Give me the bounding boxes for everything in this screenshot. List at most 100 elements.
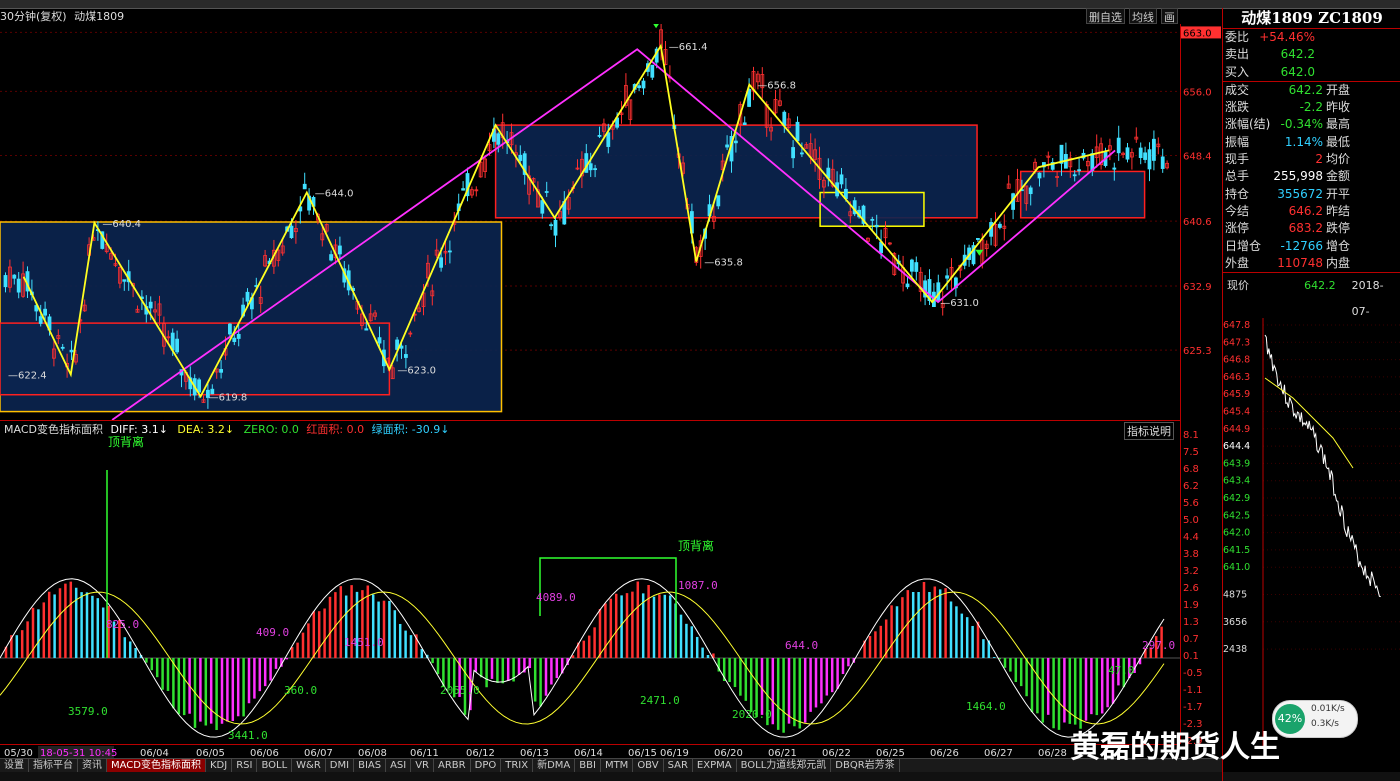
indicator-tab[interactable]: OBV xyxy=(633,759,664,773)
indicator-tab[interactable]: 指标平台 xyxy=(29,759,78,773)
quote-detail-label: 外盘 xyxy=(1225,255,1250,270)
candle-body xyxy=(377,337,382,344)
minute-axis-tick: 643.4 xyxy=(1223,476,1250,487)
indicator-tab[interactable]: 设置 xyxy=(0,759,29,773)
pivot-price-label: —623.0 xyxy=(397,365,436,376)
macd-diff: DIFF: 3.1↓ xyxy=(110,423,168,436)
quote-detail-label2: 内盘 xyxy=(1326,255,1351,270)
date-axis: 05/30 18-05-31 10:45 06/04 06/05 06/06 06/07 0… xyxy=(0,744,1180,759)
macd-axis: 8.1 7.5 6.8 6.2 5.6 5.0 4.4 3.8 3.2 2.6 1.9 1.3 0.7 0… xyxy=(1180,420,1203,744)
price-axis-tick: 656.0 xyxy=(1183,87,1212,98)
remove-favorite-button[interactable]: 删自选 xyxy=(1086,8,1125,24)
candle-body xyxy=(914,262,919,272)
candle-body xyxy=(544,191,549,193)
minute-axis-tick: 647.8 xyxy=(1223,320,1250,331)
indicator-tab[interactable]: DBQR岩芳茶 xyxy=(831,759,900,773)
candle-body xyxy=(588,163,593,171)
candle-body xyxy=(439,257,444,268)
indicator-tab[interactable]: VR xyxy=(411,759,435,773)
candle-body xyxy=(725,144,729,148)
quote-detail-value: 110748 xyxy=(1277,255,1323,270)
quote-row-label: 卖出 xyxy=(1225,47,1250,62)
candle-body xyxy=(945,275,949,279)
divergence-label: 顶背离 xyxy=(108,436,144,449)
candle-body xyxy=(197,379,202,393)
quote-detail-label2: 开盘 xyxy=(1326,82,1351,97)
macd-axis-tick: 5.6 xyxy=(1183,498,1199,509)
candle-body xyxy=(593,168,597,171)
minute-axis-tick: 646.3 xyxy=(1223,372,1250,383)
price-axis-tick: 648.4 xyxy=(1183,151,1212,162)
candle-body xyxy=(870,218,875,221)
candle-body xyxy=(641,80,646,89)
now-price-value: 642.2 xyxy=(1304,279,1336,293)
quote-detail-label: 成交 xyxy=(1225,82,1250,97)
macd-name[interactable]: MACD变色指标面积 xyxy=(4,423,103,436)
candle-body xyxy=(1152,138,1156,161)
quote-detail-row: 振幅 1.14% 最低 xyxy=(1223,134,1400,151)
indicator-tab[interactable]: BIAS xyxy=(354,759,387,773)
candle-body xyxy=(122,279,127,282)
quote-detail-label: 总手 xyxy=(1225,169,1250,184)
indicator-tab[interactable]: 新DMA xyxy=(533,759,576,773)
candle-body xyxy=(43,308,47,316)
quote-row-value: 642.0 xyxy=(1280,64,1315,79)
macd-header: MACD变色指标面积 DIFF: 3.1↓ DEA: 3.2↓ ZERO: 0.… xyxy=(0,420,1180,440)
quote-detail-label2: 最低 xyxy=(1326,134,1351,149)
moving-average-button[interactable]: 均线 xyxy=(1129,8,1157,24)
minute-axis-tick: 645.4 xyxy=(1223,407,1250,418)
macd-value-label: 47.0 xyxy=(1108,664,1135,677)
pivot-price-label: —644.0 xyxy=(315,189,354,200)
indicator-tab[interactable]: ASI xyxy=(386,759,412,773)
indicator-tab[interactable]: SAR xyxy=(664,759,693,773)
candle-body xyxy=(38,316,43,324)
candle-body xyxy=(734,140,738,144)
candle-body xyxy=(905,283,910,288)
quote-row: 买入 642.0 xyxy=(1223,64,1400,81)
chart-title-bar: 30分钟(复权) 动煤1809 xyxy=(0,8,1180,24)
indicator-tab[interactable]: EXPMA xyxy=(693,759,737,773)
indicator-tab[interactable]: BBI xyxy=(575,759,601,773)
quote-row-label: 委比 xyxy=(1225,30,1250,44)
draw-button[interactable]: 画 xyxy=(1161,8,1178,24)
symbol-label: 动煤1809 xyxy=(74,10,125,23)
now-price-label: 现价 xyxy=(1227,279,1249,293)
candle-body xyxy=(998,223,1002,228)
quote-date: 2018-07- xyxy=(1351,279,1384,319)
candle-body xyxy=(60,346,65,349)
indicator-tab[interactable]: MTM xyxy=(601,759,634,773)
macd-value-label: 2471.0 xyxy=(640,694,680,707)
price-axis-tick: 640.6 xyxy=(1183,217,1212,228)
quote-detail-value: 642.2 xyxy=(1288,82,1323,97)
quote-detail-value: -0.34% xyxy=(1280,117,1323,132)
indicator-tab[interactable]: DMI xyxy=(326,759,355,773)
indicator-tab[interactable]: RSI xyxy=(232,759,258,773)
candlestick-chart[interactable]: —661.4 —656.8 —644.0 —640.4 —635.8 —631.0 —623… xyxy=(0,24,1180,420)
macd-chart[interactable]: 顶背离顶背离825.03579.03441.0409.0360.01451.02… xyxy=(0,436,1180,744)
indicator-tab[interactable]: TRIX xyxy=(501,759,534,773)
indicator-tab[interactable]: W&R xyxy=(292,759,326,773)
indicator-tab[interactable]: BOLL力道线郑元凯 xyxy=(737,759,832,773)
macd-axis-tick: -1.1 xyxy=(1183,685,1203,696)
candle-body xyxy=(1077,169,1081,172)
indicator-tab[interactable]: 资讯 xyxy=(78,759,107,773)
indicator-tab[interactable]: ARBR xyxy=(434,759,471,773)
indicator-tab[interactable]: DPO xyxy=(471,759,502,773)
indicator-tab[interactable]: KDJ xyxy=(206,759,233,773)
quote-detail-label: 今结 xyxy=(1225,203,1250,218)
macd-axis-tick: 6.2 xyxy=(1183,481,1199,492)
candle-body xyxy=(245,291,250,302)
minute-axis-tick: 3656 xyxy=(1223,617,1247,628)
indicator-tab[interactable]: MACD变色指标面积 xyxy=(107,759,206,773)
candle-body xyxy=(742,122,747,125)
candle-body xyxy=(1116,137,1121,154)
candle-body xyxy=(597,134,602,137)
quote-detail-value: 255,998 xyxy=(1273,169,1323,184)
quote-detail-value: 683.2 xyxy=(1288,221,1323,236)
indicator-tab[interactable]: BOLL xyxy=(257,759,293,773)
quote-detail-label: 振幅 xyxy=(1225,134,1250,149)
candle-body xyxy=(236,333,241,339)
minute-chart[interactable]: 647.8 647.3 646.8 646.3 645.9 645.4 644.9 644.4… xyxy=(1223,318,1400,748)
quote-detail-label2: 跌停 xyxy=(1326,221,1351,236)
network-speed-widget[interactable]: 42% 0.01K/s 0.3K/s xyxy=(1272,700,1358,738)
